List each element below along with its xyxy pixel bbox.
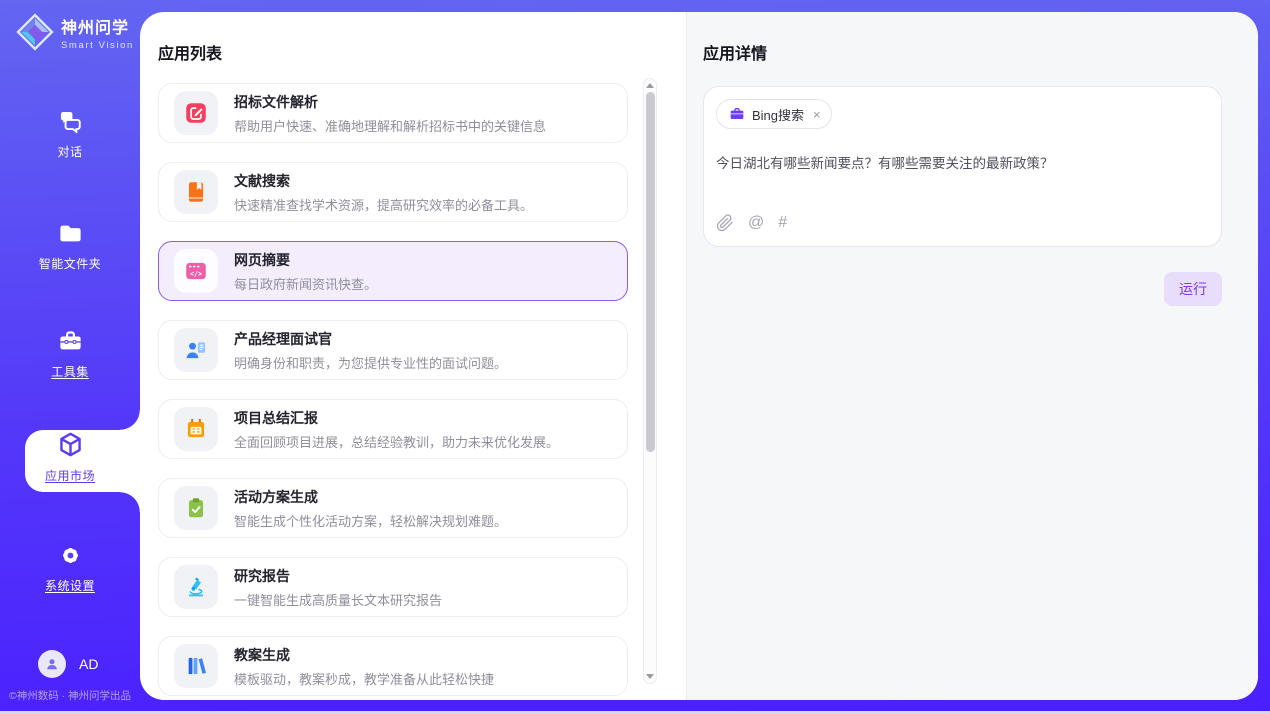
chat-icon	[57, 108, 84, 135]
prompt-composer: Bing搜索 × 今日湖北有哪些新闻要点？有哪些需要关注的最新政策？ @ #	[703, 86, 1222, 247]
app-detail-title: 应用详情	[703, 40, 1222, 64]
at-icon[interactable]: @	[748, 214, 764, 232]
books-icon	[183, 653, 209, 679]
tool-chip-bing-search[interactable]: Bing搜索 ×	[716, 99, 832, 129]
app-card-desc: 智能生成个性化活动方案，轻松解决规划难题。	[234, 511, 507, 530]
arrow-up-icon	[646, 83, 654, 88]
app-card-web-summary[interactable]: </> 网页摘要 每日政府新闻资讯快查。	[158, 241, 628, 301]
app-card-title: 项目总结汇报	[234, 408, 559, 428]
web-window-icon: </>	[183, 258, 209, 284]
app-card-research-report[interactable]: 研究报告 一键智能生成高质量长文本研究报告	[158, 557, 628, 617]
svg-text:</>: </>	[190, 270, 202, 278]
app-card-project-summary[interactable]: 项目总结汇报 全面回顾项目进展，总结经验教训，助力未来优化发展。	[158, 399, 628, 459]
sidebar-item-app-market[interactable]: 应用市场	[0, 430, 140, 484]
sidebar-item-label: 对话	[57, 143, 82, 160]
query-input[interactable]: 今日湖北有哪些新闻要点？有哪些需要关注的最新政策？	[716, 155, 1209, 174]
clipboard-check-icon	[183, 495, 209, 521]
toolbox-icon	[57, 328, 84, 355]
app-card-desc: 每日政府新闻资讯快查。	[234, 274, 377, 293]
gear-icon	[57, 542, 84, 569]
scroll-up-button[interactable]	[646, 79, 654, 92]
copyright-text: ©神州数码 · 神州问学出品	[0, 688, 140, 703]
app-card-event-plan[interactable]: 活动方案生成 智能生成个性化活动方案，轻松解决规划难题。	[158, 478, 628, 538]
brand-subtitle: Smart Vision	[61, 40, 134, 51]
app-card-bid-parsing[interactable]: 招标文件解析 帮助用户快速、准确地理解和解析招标书中的关键信息	[158, 83, 628, 143]
paperclip-icon[interactable]	[716, 214, 734, 232]
app-card-title: 产品经理面试官	[234, 329, 507, 349]
microscope-icon	[183, 574, 209, 600]
sidebar-item-label: 应用市场	[45, 467, 95, 484]
close-icon[interactable]: ×	[813, 107, 821, 122]
calendar-icon	[183, 416, 209, 442]
app-card-pm-interviewer[interactable]: 产品经理面试官 明确身份和职责，为您提供专业性的面试问题。	[158, 320, 628, 380]
sidebar-item-chat[interactable]: 对话	[0, 108, 140, 160]
app-card-literature-search[interactable]: 文献搜索 快速精准查找学术资源，提高研究效率的必备工具。	[158, 162, 628, 222]
app-card-title: 网页摘要	[234, 250, 377, 270]
app-list-panel: 应用列表 招标文件解析 帮助用户快速、准确地理解和解析招标书中的关键信息	[140, 12, 686, 700]
hash-icon[interactable]: #	[778, 214, 787, 232]
interviewer-icon	[183, 337, 209, 363]
app-card-lesson-plan[interactable]: 教案生成 模板驱动，教案秒成，教学准备从此轻松快捷	[158, 636, 628, 696]
sidebar: 神州问学 Smart Vision 对话 智能文件夹 工具集 应	[0, 0, 140, 711]
sidebar-item-smart-folder[interactable]: 智能文件夹	[0, 220, 140, 272]
app-card-title: 研究报告	[234, 566, 442, 586]
sidebar-item-label: 工具集	[51, 363, 89, 380]
sidebar-item-label: 系统设置	[45, 577, 95, 594]
user-account[interactable]: AD	[38, 650, 98, 678]
brand-name: 神州问学	[61, 14, 134, 38]
sidebar-item-label: 智能文件夹	[39, 255, 102, 272]
app-card-desc: 明确身份和职责，为您提供专业性的面试问题。	[234, 353, 507, 372]
tool-chip-label: Bing搜索	[752, 105, 804, 124]
app-card-desc: 全面回顾项目进展，总结经验教训，助力未来优化发展。	[234, 432, 559, 451]
sidebar-item-toolset[interactable]: 工具集	[0, 328, 140, 380]
app-card-title: 招标文件解析	[234, 92, 546, 112]
scrollbar-thumb[interactable]	[646, 92, 655, 452]
app-card-desc: 模板驱动，教案秒成，教学准备从此轻松快捷	[234, 669, 494, 688]
app-list-scrollbar	[643, 78, 657, 684]
book-icon	[183, 179, 209, 205]
arrow-down-icon	[646, 674, 654, 679]
user-icon	[43, 655, 61, 673]
app-card-title: 教案生成	[234, 645, 494, 665]
brand-logo: 神州问学 Smart Vision	[16, 13, 134, 51]
user-name: AD	[79, 656, 98, 672]
edit-document-icon	[183, 100, 209, 126]
composer-toolbar: @ #	[716, 214, 1209, 232]
app-card-title: 活动方案生成	[234, 487, 507, 507]
briefcase-icon	[729, 106, 745, 122]
app-card-desc: 快速精准查找学术资源，提高研究效率的必备工具。	[234, 195, 533, 214]
sidebar-item-settings[interactable]: 系统设置	[0, 542, 140, 594]
app-list-title: 应用列表	[158, 40, 222, 64]
run-button[interactable]: 运行	[1164, 272, 1222, 306]
main-content: 应用列表 招标文件解析 帮助用户快速、准确地理解和解析招标书中的关键信息	[140, 12, 1258, 700]
app-card-title: 文献搜索	[234, 171, 533, 191]
cube-icon	[56, 430, 85, 459]
app-card-desc: 帮助用户快速、准确地理解和解析招标书中的关键信息	[234, 116, 546, 135]
diamond-logo-icon	[16, 13, 54, 51]
app-card-list: 招标文件解析 帮助用户快速、准确地理解和解析招标书中的关键信息 文献搜索 快速精…	[158, 83, 628, 700]
scroll-down-button[interactable]	[646, 670, 654, 683]
folder-icon	[57, 220, 84, 247]
app-detail-panel: 应用详情 Bing搜索 × 今日湖北有哪些新闻要点？有哪些需要关注的最新政策？ …	[686, 12, 1258, 700]
avatar	[38, 650, 66, 678]
app-card-desc: 一键智能生成高质量长文本研究报告	[234, 590, 442, 609]
